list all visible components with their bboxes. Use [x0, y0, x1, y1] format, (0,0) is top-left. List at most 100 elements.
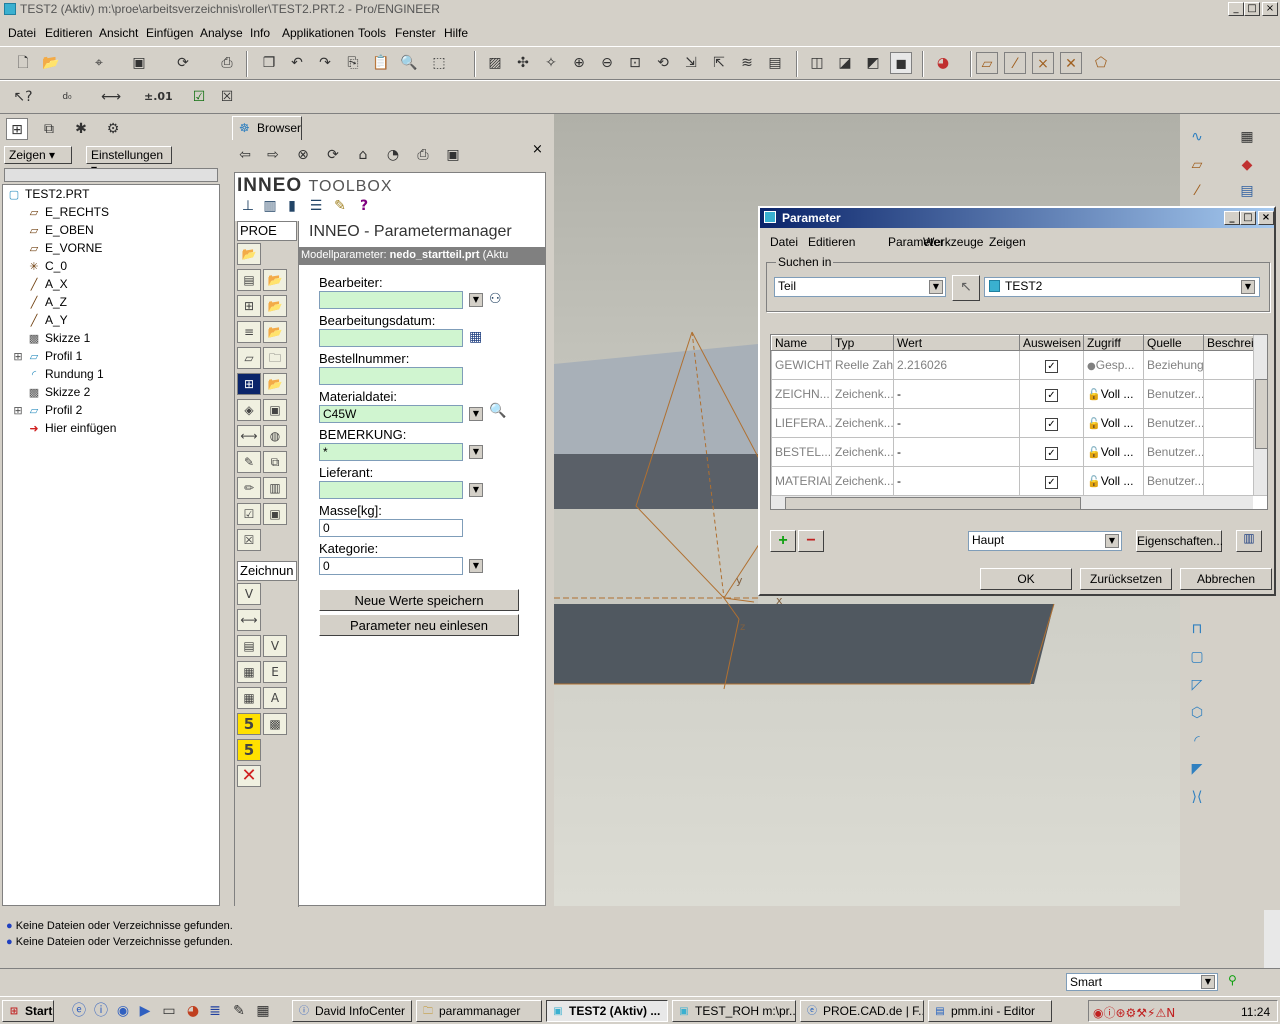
folder-arrow-icon[interactable]: 📂: [263, 295, 287, 317]
tree-tab-icon[interactable]: ⊞: [6, 118, 28, 140]
col-zugriff[interactable]: Zugriff: [1083, 335, 1144, 351]
back-icon[interactable]: ⇦: [234, 144, 256, 166]
cell-ausweisen[interactable]: ✓: [1019, 437, 1084, 467]
message-scrollbar[interactable]: [1264, 910, 1280, 968]
copy-icon[interactable]: ⎘: [342, 52, 364, 74]
round-icon[interactable]: ◜: [1186, 730, 1208, 752]
vertical-scrollbar[interactable]: [1253, 335, 1267, 495]
cell-typ[interactable]: Zeichenk...: [831, 408, 894, 438]
drawing-5-icon[interactable]: 5: [237, 713, 261, 735]
filter-select[interactable]: Haupt ▼: [968, 531, 1122, 551]
browser-close-button[interactable]: ×: [532, 142, 543, 157]
horizontal-scroll-thumb[interactable]: [785, 497, 1081, 509]
draft-icon[interactable]: ⬡: [1186, 702, 1208, 724]
close-button[interactable]: ×: [1262, 2, 1278, 16]
drawing-grid-icon[interactable]: ▦: [237, 687, 261, 709]
tree-item-rundung-1[interactable]: ◜ Rundung 1: [27, 367, 104, 385]
lieferant-dropdown[interactable]: ▼: [469, 483, 483, 497]
quicklaunch-desktop-icon[interactable]: ▭: [158, 1000, 180, 1022]
col-typ[interactable]: Typ: [831, 335, 894, 351]
cell-typ[interactable]: Reelle Zahl: [831, 350, 894, 380]
rib-icon[interactable]: ◸: [1186, 674, 1208, 696]
material-dropdown[interactable]: ▼: [469, 407, 483, 421]
stop-icon[interactable]: ⊗: [292, 144, 314, 166]
menu-editieren[interactable]: Editieren: [45, 26, 92, 40]
show-dropdown[interactable]: Zeigen ▾: [4, 146, 72, 164]
datum-axes-icon[interactable]: ⁄: [1004, 52, 1026, 74]
datum-input[interactable]: [319, 329, 463, 347]
datum-planes-icon[interactable]: ▱: [976, 52, 998, 74]
orient-icon[interactable]: ✧: [540, 52, 562, 74]
drawing-5b-icon[interactable]: 5: [237, 739, 261, 761]
tolerance-icon[interactable]: ±.01: [144, 86, 173, 108]
cell-quelle[interactable]: Benutzer...: [1143, 437, 1204, 467]
task-pmm-ini[interactable]: ▤ pmm.ini - Editor: [928, 1000, 1052, 1022]
task-test2-active[interactable]: ▣ TEST2 (Aktiv) ...: [546, 1000, 668, 1022]
model-doc-icon[interactable]: ▣: [263, 399, 287, 421]
context-help-icon[interactable]: ↖?: [12, 86, 34, 108]
tree-item-e-rechts[interactable]: ▱ E_RECHTS: [27, 205, 109, 223]
quicklaunch-firefox-icon[interactable]: ◕: [182, 1000, 204, 1022]
cell-quelle[interactable]: Benutzer...: [1143, 466, 1204, 496]
cell-ausweisen[interactable]: ✓: [1019, 408, 1084, 438]
maximize-button[interactable]: □: [1244, 2, 1260, 16]
db-icon[interactable]: ▥: [263, 477, 287, 499]
col-name[interactable]: Name: [771, 335, 832, 351]
doc-folder-icon[interactable]: 🗀: [263, 347, 287, 369]
tree-item-insert-here[interactable]: ➜ Hier einfügen: [27, 421, 116, 439]
datum-points-icon[interactable]: ×: [1032, 52, 1054, 74]
calendar-icon[interactable]: ▦: [469, 329, 482, 345]
kategorie-dropdown[interactable]: ▼: [469, 559, 483, 573]
model-tree-icon[interactable]: ▤: [764, 52, 786, 74]
tree-item-a-y[interactable]: ╱ A_Y: [27, 313, 68, 331]
save-icon[interactable]: ▣: [128, 52, 150, 74]
cell-name[interactable]: MATERIAL: [771, 466, 832, 496]
datum-tools-icon[interactable]: ⬠: [1090, 52, 1112, 74]
vertical-scroll-thumb[interactable]: [1255, 379, 1267, 449]
edit-doc-icon[interactable]: ✎: [237, 451, 261, 473]
dlg-menu-editieren[interactable]: Editieren: [808, 235, 855, 249]
hidden-line-icon[interactable]: ◪: [834, 52, 856, 74]
model-params-icon[interactable]: ▤: [237, 269, 261, 291]
pick-object-button[interactable]: ↖: [952, 275, 980, 301]
verify-icon[interactable]: ☑: [237, 503, 261, 525]
material-input[interactable]: C45W: [319, 405, 463, 423]
ok-button[interactable]: OK: [980, 568, 1072, 590]
dialog-close-button[interactable]: ×: [1258, 211, 1274, 225]
cancel-icon[interactable]: ☒: [216, 86, 238, 108]
copy-feature-icon[interactable]: ◆: [1236, 154, 1258, 176]
lieferant-input[interactable]: [319, 481, 463, 499]
group-icon[interactable]: ▤: [1236, 180, 1258, 202]
window-icon[interactable]: ❐: [258, 52, 280, 74]
quicklaunch-calc-icon[interactable]: ▦: [252, 1000, 274, 1022]
select-icon[interactable]: ⌖: [88, 52, 110, 74]
folder-open-icon[interactable]: 📂: [263, 269, 287, 291]
close-tool-icon[interactable]: ☒: [237, 529, 261, 551]
dlg-menu-werkzeuge[interactable]: Werkzeuge: [923, 235, 983, 249]
menu-analyse[interactable]: Analyse: [200, 26, 243, 40]
reorient-icon[interactable]: ⟲: [652, 52, 674, 74]
menu-fenster[interactable]: Fenster: [395, 26, 436, 40]
cell-wert[interactable]: -: [893, 437, 1020, 467]
tree-item-a-z[interactable]: ╱ A_Z: [27, 295, 67, 313]
shading-icon[interactable]: ◼: [890, 52, 912, 74]
task-test-roh[interactable]: ▣ TEST_ROH m:\pr...: [672, 1000, 796, 1022]
layers-view-icon[interactable]: ⇱: [708, 52, 730, 74]
table-row[interactable]: LIEFERA... Zeichenk... - ✓ 🔓Voll ... Ben…: [771, 408, 1267, 438]
print-icon[interactable]: ⎙: [216, 52, 238, 74]
csys-icon[interactable]: ✕: [1060, 52, 1082, 74]
dialog-maximize-button[interactable]: □: [1240, 211, 1256, 225]
copy-doc-icon[interactable]: ⧉: [263, 451, 287, 473]
measure-tool-icon[interactable]: ⟷: [237, 425, 261, 447]
bestellnr-input[interactable]: [319, 367, 463, 385]
find-icon[interactable]: 🔍: [398, 52, 420, 74]
reload-params-button[interactable]: Parameter neu einlesen: [319, 614, 519, 636]
cell-ausweisen[interactable]: ✓: [1019, 466, 1084, 496]
folder-up-icon[interactable]: 📂: [263, 373, 287, 395]
feature-ops-icon[interactable]: ▦: [1236, 126, 1258, 148]
cell-wert[interactable]: -: [893, 408, 1020, 438]
search-type-select[interactable]: Teil ▼: [774, 277, 946, 297]
cell-wert[interactable]: 2.216026: [893, 350, 1020, 380]
refit-icon[interactable]: ⊡: [624, 52, 646, 74]
sketch-tool-icon[interactable]: ∿: [1186, 126, 1208, 148]
